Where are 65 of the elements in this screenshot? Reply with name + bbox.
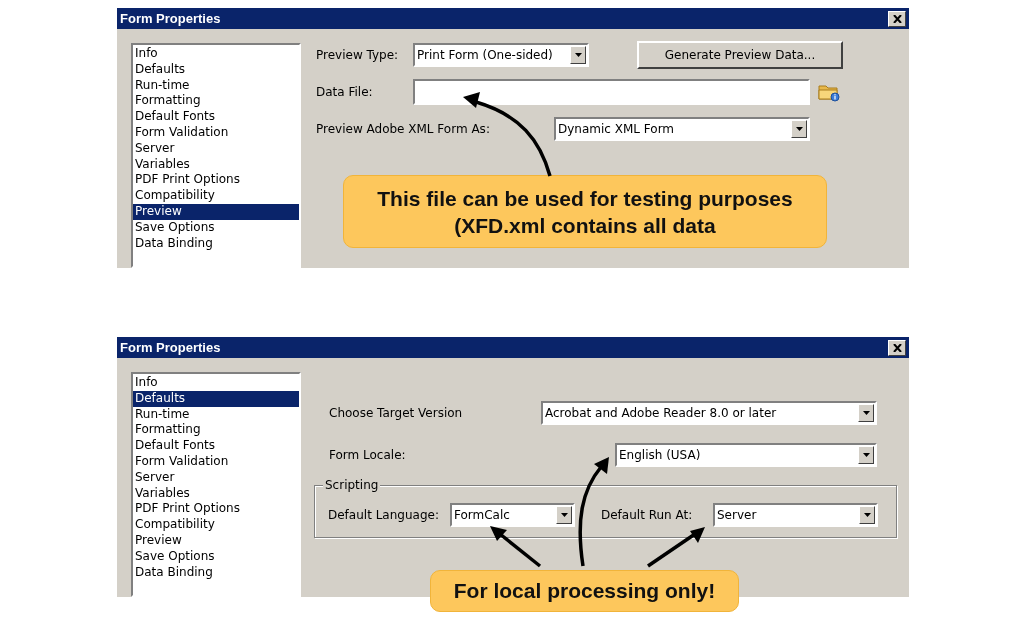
field-label: Data File: (316, 85, 374, 99)
category-item[interactable]: Info (133, 375, 299, 391)
input-field[interactable] (413, 79, 810, 105)
category-item[interactable]: Default Fonts (133, 109, 299, 125)
category-item[interactable]: Info (133, 46, 299, 62)
category-item[interactable]: Server (133, 469, 299, 486)
dropdown-button[interactable] (556, 505, 572, 524)
close-icon (892, 343, 902, 352)
category-item[interactable]: Preview (133, 532, 299, 549)
category-item[interactable]: PDF Print Options (133, 172, 299, 189)
caret-icon (795, 127, 803, 131)
category-item[interactable]: Defaults (133, 390, 299, 407)
category-item[interactable]: PDF Print Options (133, 501, 299, 518)
category-item[interactable]: Form Validation (133, 454, 299, 470)
caret-icon (862, 453, 870, 457)
category-item[interactable]: Variables (133, 156, 299, 173)
category-item[interactable]: Save Options (133, 548, 299, 565)
dropdown-button[interactable] (791, 120, 807, 138)
close-icon (892, 14, 902, 23)
category-item[interactable]: Formatting (133, 422, 299, 439)
field-label: Form Locale: (329, 448, 407, 462)
callout: This file can be used for testing purposes (XFD.xml contains all data (343, 175, 827, 248)
arrow (490, 526, 542, 568)
category-item[interactable]: Default Fonts (133, 438, 299, 454)
dropdown-field[interactable]: English (USA) (615, 443, 877, 467)
category-item[interactable]: Run-time (133, 77, 299, 94)
category-item[interactable]: Data Binding (133, 564, 299, 581)
field-label: Default Language: (328, 507, 440, 522)
category-item[interactable]: Compatibility (133, 188, 299, 204)
category-item[interactable]: Form Validation (133, 125, 299, 141)
dropdown-field[interactable]: Server (713, 502, 878, 527)
category-item[interactable]: Formatting (133, 93, 299, 110)
generate-button[interactable]: Generate Preview Data... (637, 41, 843, 69)
category-item[interactable]: Run-time (133, 406, 299, 423)
field-label: Preview Adobe XML Form As: (316, 122, 491, 136)
category-item[interactable]: Data Binding (133, 235, 299, 252)
callout: For local processing only! (430, 570, 739, 612)
category-item[interactable]: Preview (133, 203, 299, 220)
close-button[interactable] (888, 339, 906, 356)
window-title: Form Properties (120, 11, 221, 26)
field-label: Default Run At: (601, 507, 694, 522)
arrow (647, 527, 705, 568)
caret-icon (574, 53, 582, 57)
category-item[interactable]: Server (133, 140, 299, 157)
folder-icon[interactable] (818, 82, 840, 102)
category-item[interactable]: Defaults (133, 61, 299, 78)
group-legend: Scripting (323, 478, 381, 492)
dropdown-field[interactable]: Dynamic XML Form (554, 117, 810, 141)
dropdown-field[interactable]: FormCalc (450, 502, 575, 527)
category-item[interactable]: Variables (133, 485, 299, 502)
window-title: Form Properties (120, 340, 221, 355)
dropdown-button[interactable] (858, 446, 874, 464)
dropdown-button[interactable] (858, 404, 874, 422)
caret-icon (863, 512, 871, 517)
dropdown-field[interactable]: Acrobat and Adobe Reader 8.0 or later (541, 401, 877, 425)
caret-icon (560, 512, 568, 517)
field-label: Preview Type: (316, 48, 400, 62)
field-label: Choose Target Version (329, 406, 464, 420)
close-button[interactable] (888, 10, 906, 27)
dropdown-button[interactable] (859, 505, 875, 524)
dropdown-button[interactable] (570, 46, 586, 64)
caret-icon (862, 411, 870, 415)
category-item[interactable]: Compatibility (133, 517, 299, 533)
category-item[interactable]: Save Options (133, 219, 299, 236)
dropdown-field[interactable]: Print Form (One-sided) (413, 43, 589, 67)
